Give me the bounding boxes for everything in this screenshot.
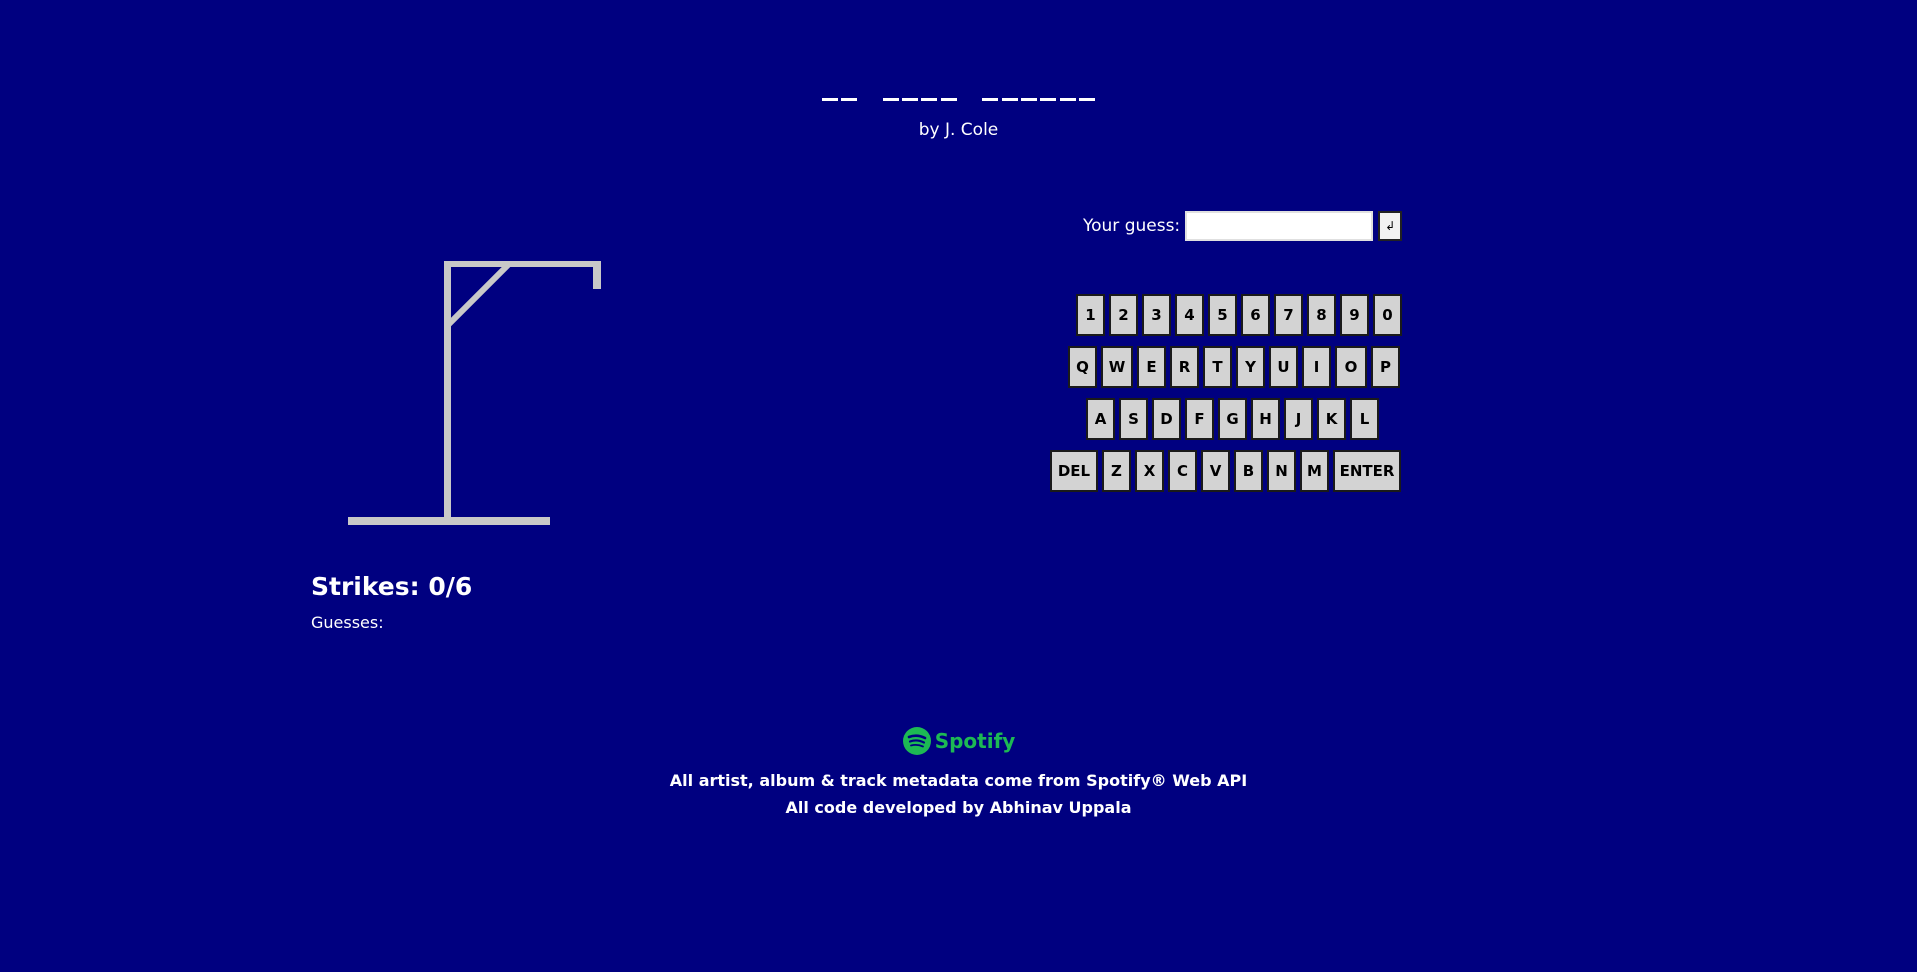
key-d[interactable]: D: [1152, 398, 1181, 440]
key-m[interactable]: M: [1300, 450, 1329, 492]
letter-blank: [921, 98, 938, 101]
keyboard-row: QWERTYUIOP: [1040, 346, 1420, 390]
key-f[interactable]: F: [1185, 398, 1214, 440]
keyboard-row: 1234567890: [1040, 294, 1420, 338]
key-c[interactable]: C: [1168, 450, 1197, 492]
gallows-beam: [444, 261, 601, 267]
gallows-brace: [444, 261, 512, 329]
key-1[interactable]: 1: [1076, 294, 1105, 336]
gallows-base: [348, 517, 550, 525]
puzzle-title: [0, 82, 1917, 101]
key-9[interactable]: 9: [1340, 294, 1369, 336]
letter-blank: [1040, 98, 1057, 101]
key-a[interactable]: A: [1086, 398, 1115, 440]
key-3[interactable]: 3: [1142, 294, 1171, 336]
guesses-list: Guesses:: [311, 613, 384, 632]
spotify-icon: [902, 727, 931, 755]
gallows-pole: [444, 261, 451, 518]
key-b[interactable]: B: [1234, 450, 1263, 492]
key-u[interactable]: U: [1269, 346, 1298, 388]
key-p[interactable]: P: [1371, 346, 1400, 388]
key-5[interactable]: 5: [1208, 294, 1237, 336]
developer-credit-prefix: All code developed by: [785, 798, 990, 817]
key-2[interactable]: 2: [1109, 294, 1138, 336]
key-n[interactable]: N: [1267, 450, 1296, 492]
guess-input[interactable]: [1185, 211, 1374, 241]
letter-blank: [841, 98, 858, 101]
key-g[interactable]: G: [1218, 398, 1247, 440]
on-screen-keyboard: 1 2 3 4 5 6 7 8 9 0 Q W E R T Y U I O P A S D F G H J K L DEL Z X C V B N M E…: [1040, 294, 1420, 502]
gallows-rope: [593, 261, 601, 289]
puzzle-word: [881, 82, 959, 101]
key-w[interactable]: W: [1101, 346, 1133, 388]
key-6[interactable]: 6: [1241, 294, 1270, 336]
keyboard-row: DEL Z X C V B N M ENTER: [1040, 450, 1420, 494]
key-t[interactable]: T: [1203, 346, 1232, 388]
developer-name: Abhinav Uppala: [989, 798, 1132, 817]
spotify-logo: Spotify: [0, 726, 1917, 756]
key-r[interactable]: R: [1170, 346, 1199, 388]
key-enter[interactable]: ENTER: [1333, 450, 1401, 492]
key-del[interactable]: DEL: [1050, 450, 1098, 492]
game-page: by J. Cole Strikes: 0/6 Guesses: Your gu…: [0, 0, 1917, 972]
key-x[interactable]: X: [1135, 450, 1164, 492]
key-0[interactable]: 0: [1373, 294, 1402, 336]
developer-credit: All code developed by Abhinav Uppala: [0, 798, 1917, 817]
puzzle-word: [981, 82, 1097, 101]
key-l[interactable]: L: [1350, 398, 1379, 440]
spotify-wordmark: Spotify: [934, 729, 1016, 753]
letter-blank: [902, 98, 919, 101]
key-z[interactable]: Z: [1102, 450, 1131, 492]
key-v[interactable]: V: [1201, 450, 1230, 492]
letter-blank: [1001, 98, 1018, 101]
guess-label: Your guess:: [1083, 216, 1181, 236]
metadata-credit: All artist, album & track metadata come …: [669, 771, 1248, 790]
letter-blank: [1079, 98, 1096, 101]
keyboard-row: ASDFGHJKL: [1040, 398, 1420, 442]
key-7[interactable]: 7: [1274, 294, 1303, 336]
letter-blank: [1020, 98, 1037, 101]
key-o[interactable]: O: [1335, 346, 1367, 388]
letter-blank: [1059, 98, 1076, 101]
key-i[interactable]: I: [1302, 346, 1331, 388]
key-h[interactable]: H: [1251, 398, 1280, 440]
gallows-drawing: [348, 261, 601, 525]
letter-blank: [940, 98, 957, 101]
strikes-counter: Strikes: 0/6: [311, 572, 473, 601]
letter-blank: [821, 98, 838, 101]
key-y[interactable]: Y: [1236, 346, 1265, 388]
artist-name: by J. Cole: [918, 120, 999, 140]
key-k[interactable]: K: [1317, 398, 1346, 440]
return-arrow-icon: ↲: [1385, 219, 1396, 233]
key-s[interactable]: S: [1119, 398, 1148, 440]
guess-form: Your guess: ↲: [1083, 211, 1403, 241]
submit-guess-button[interactable]: ↲: [1378, 211, 1403, 241]
letter-blank: [982, 98, 999, 101]
letter-blank: [882, 98, 899, 101]
key-8[interactable]: 8: [1307, 294, 1336, 336]
puzzle-word: [820, 82, 859, 101]
key-4[interactable]: 4: [1175, 294, 1204, 336]
key-j[interactable]: J: [1284, 398, 1313, 440]
key-e[interactable]: E: [1137, 346, 1166, 388]
key-q[interactable]: Q: [1068, 346, 1097, 388]
